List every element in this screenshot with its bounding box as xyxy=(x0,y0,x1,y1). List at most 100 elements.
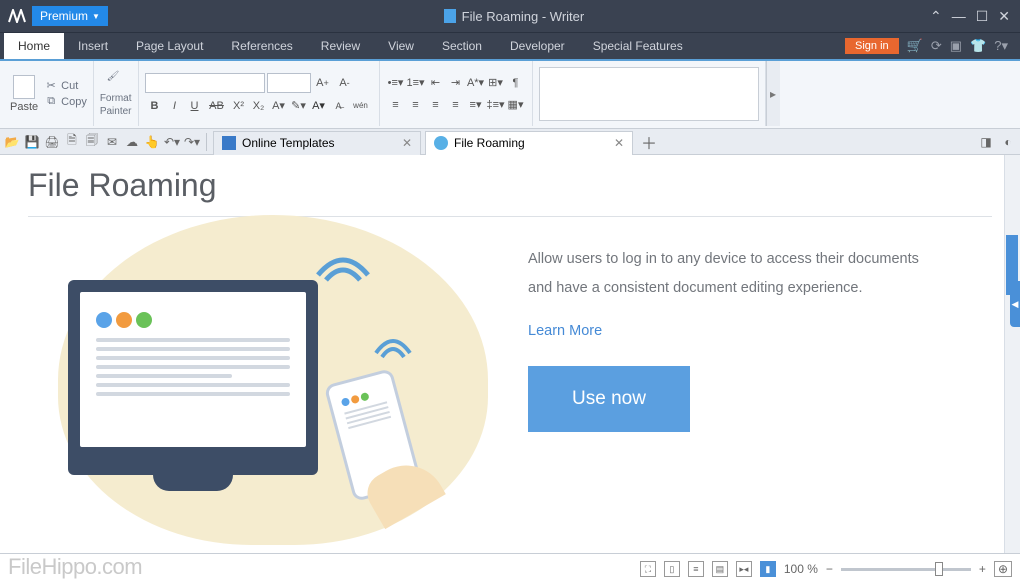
close-tab-icon[interactable]: ✕ xyxy=(402,136,412,150)
ribbon-paragraph: •≡▾ 1≡▾ ⇤ ⇥ A*▾ ⊞▾ ¶ ≡ ≡ ≡ ≡ ≡▾ ‡≡▾ ▦▾ xyxy=(380,61,533,126)
font-size-combo[interactable] xyxy=(267,73,311,93)
decrease-indent-button[interactable]: ⇤ xyxy=(426,74,446,92)
bullets-button[interactable]: •≡▾ xyxy=(386,74,406,92)
text-effects-button[interactable]: A▾ xyxy=(269,97,289,115)
subscript-button[interactable]: X₂ xyxy=(249,97,269,115)
align-left-button[interactable]: ≡ xyxy=(386,96,406,114)
wifi-icon xyxy=(308,225,378,285)
add-tab-button[interactable]: ＋ xyxy=(637,130,661,154)
side-panel-icon[interactable]: ◨ xyxy=(978,134,994,150)
menu-section[interactable]: Section xyxy=(428,33,496,59)
shrink-font-button[interactable]: A- xyxy=(335,74,355,92)
phonetic-guide-button[interactable]: wén xyxy=(349,97,373,115)
learn-more-link[interactable]: Learn More xyxy=(528,317,928,346)
premium-label: Premium xyxy=(40,9,88,23)
title-bar: Premium ▼ File Roaming - Writer ⌃ ― ☐ ✕ xyxy=(0,0,1020,32)
underline-button[interactable]: U xyxy=(185,97,205,115)
font-name-combo[interactable] xyxy=(145,73,265,93)
fit-page-button[interactable]: ⊕ xyxy=(994,561,1012,577)
copy-button[interactable]: ⧉Copy xyxy=(44,95,87,109)
cloud-icon[interactable]: ☁ xyxy=(124,134,140,150)
settings-icon[interactable]: ▣ xyxy=(950,38,962,54)
ribbon: Paste ✂Cut ⧉Copy 🖌 Format Painter A+ A- … xyxy=(0,59,1020,129)
print-preview-icon[interactable]: 🗎 xyxy=(64,134,80,150)
open-folder-icon[interactable]: 📂 xyxy=(4,134,20,150)
touch-mode-icon[interactable]: 👆 xyxy=(144,134,160,150)
undo-icon[interactable]: ↶▾ xyxy=(164,134,180,150)
change-case-button[interactable]: A*▾ xyxy=(466,74,486,92)
grow-font-button[interactable]: A+ xyxy=(313,74,333,92)
cart-icon[interactable]: 🛒 xyxy=(907,38,923,54)
borders-button[interactable]: ⊞▾ xyxy=(486,74,506,92)
menu-developer[interactable]: Developer xyxy=(496,33,579,59)
show-marks-button[interactable]: ¶ xyxy=(506,74,526,92)
tab-online-templates[interactable]: Online Templates ✕ xyxy=(213,131,421,155)
style-gallery[interactable] xyxy=(539,67,759,121)
export-pdf-icon[interactable]: 🗐 xyxy=(84,134,100,150)
menu-page-layout[interactable]: Page Layout xyxy=(122,33,217,59)
view-outline-icon[interactable]: ≡ xyxy=(688,561,704,577)
increase-indent-button[interactable]: ⇥ xyxy=(446,74,466,92)
shading-button[interactable]: ▦▾ xyxy=(506,96,526,114)
zoom-in-button[interactable]: + xyxy=(979,562,986,576)
template-icon xyxy=(222,136,236,150)
menu-insert[interactable]: Insert xyxy=(64,33,122,59)
print-icon[interactable]: 🖨 xyxy=(44,134,60,150)
paste-button[interactable]: Paste xyxy=(10,75,38,113)
font-color-button[interactable]: A▾ xyxy=(309,97,329,115)
clear-format-button[interactable]: A̶ xyxy=(329,97,349,115)
align-justify-button[interactable]: ≡ xyxy=(446,96,466,114)
tab-file-roaming[interactable]: File Roaming ✕ xyxy=(425,131,633,155)
side-panel-toggle[interactable]: ◀ xyxy=(1010,281,1020,327)
highlight-button[interactable]: ✎▾ xyxy=(289,97,309,115)
history-icon[interactable]: ⟳ xyxy=(931,38,942,54)
skin-icon[interactable]: 👕 xyxy=(970,38,986,54)
distribute-button[interactable]: ≡▾ xyxy=(466,96,486,114)
close-tab-icon[interactable]: ✕ xyxy=(614,136,624,150)
description-text: Allow users to log in to any device to a… xyxy=(528,245,928,303)
minimize-icon[interactable]: ― xyxy=(952,8,966,24)
view-page-icon[interactable]: ▯ xyxy=(664,561,680,577)
format-painter-button[interactable]: 🖌 Format Painter xyxy=(94,61,139,126)
menu-review[interactable]: Review xyxy=(307,33,374,59)
ribbon-font: A+ A- B I U AB X² X₂ A▾ ✎▾ A▾ A̶ wén xyxy=(139,61,380,126)
align-right-button[interactable]: ≡ xyxy=(426,96,446,114)
menu-home[interactable]: Home xyxy=(4,33,64,59)
redo-icon[interactable]: ↷▾ xyxy=(184,134,200,150)
quick-access-toolbar: 📂 💾 🖨 🗎 🗐 ✉ ☁ 👆 ↶▾ ↷▾ Online Templates ✕… xyxy=(0,129,1020,155)
view-reading-icon[interactable]: ▸◂ xyxy=(736,561,752,577)
ribbon-collapse-button[interactable]: ▸ xyxy=(766,61,780,126)
maximize-icon[interactable]: ☐ xyxy=(976,8,989,25)
align-center-button[interactable]: ≡ xyxy=(406,96,426,114)
help-icon[interactable]: ?▾ xyxy=(994,38,1008,54)
use-now-button[interactable]: Use now xyxy=(528,366,690,432)
view-fullscreen-icon[interactable]: ⛶ xyxy=(640,561,656,577)
window-title: File Roaming - Writer xyxy=(108,9,920,24)
menu-references[interactable]: References xyxy=(217,33,306,59)
pin-icon[interactable]: ◐ xyxy=(1000,134,1016,150)
line-spacing-button[interactable]: ‡≡▾ xyxy=(486,96,506,114)
numbering-button[interactable]: 1≡▾ xyxy=(406,74,426,92)
italic-button[interactable]: I xyxy=(165,97,185,115)
close-icon[interactable]: ✕ xyxy=(998,8,1010,25)
superscript-button[interactable]: X² xyxy=(229,97,249,115)
cut-button[interactable]: ✂Cut xyxy=(44,79,87,93)
collapse-ribbon-icon[interactable]: ⌃ xyxy=(930,8,942,25)
menu-special-features[interactable]: Special Features xyxy=(579,33,697,59)
description-block: Allow users to log in to any device to a… xyxy=(528,235,928,515)
zoom-slider[interactable] xyxy=(841,568,971,571)
premium-button[interactable]: Premium ▼ xyxy=(32,6,108,26)
bold-button[interactable]: B xyxy=(145,97,165,115)
email-icon[interactable]: ✉ xyxy=(104,134,120,150)
view-print-icon[interactable]: ▮ xyxy=(760,561,776,577)
status-bar: FileHippo.com ⛶ ▯ ≡ ▤ ▸◂ ▮ 100 % − + ⊕ xyxy=(0,553,1020,584)
menu-view[interactable]: View xyxy=(374,33,428,59)
view-web-icon[interactable]: ▤ xyxy=(712,561,728,577)
strikethrough-button[interactable]: AB xyxy=(205,97,229,115)
scissors-icon: ✂ xyxy=(44,79,58,93)
sign-in-button[interactable]: Sign in xyxy=(845,38,899,54)
illustration xyxy=(28,235,508,515)
zoom-out-button[interactable]: − xyxy=(826,562,833,576)
save-icon[interactable]: 💾 xyxy=(24,134,40,150)
vertical-scrollbar[interactable] xyxy=(1004,155,1020,553)
